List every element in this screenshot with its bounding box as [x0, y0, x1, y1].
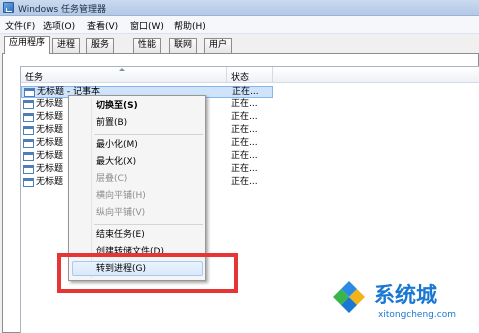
- task-name: 无标题: [36, 112, 64, 122]
- menu-file[interactable]: 文件(F): [5, 19, 35, 32]
- xitongcheng-logo: [333, 281, 365, 313]
- task-status: 正在...: [231, 99, 258, 109]
- task-status: 正在...: [231, 151, 258, 161]
- menu-gutter: [91, 98, 92, 278]
- menu-item-tile-vertically: 纵向平铺(V): [96, 208, 146, 218]
- menu-options[interactable]: 选项(O): [43, 19, 75, 32]
- notepad-icon: [23, 126, 34, 135]
- tab-performance[interactable]: 性能: [133, 38, 162, 53]
- task-status: 正在...: [231, 138, 258, 148]
- column-header-status[interactable]: 状态: [231, 70, 249, 83]
- notepad-icon: [23, 165, 34, 174]
- tab-processes[interactable]: 进程: [52, 38, 81, 53]
- menu-item-cascade: 层叠(C): [96, 174, 128, 184]
- menu-item-maximize[interactable]: 最大化(X): [96, 156, 136, 168]
- menu-view[interactable]: 查看(V): [87, 19, 118, 32]
- menu-separator: [94, 224, 203, 225]
- menu-item-tile-horizontally: 横向平铺(H): [96, 191, 146, 201]
- tab-applications[interactable]: 应用程序: [4, 36, 51, 54]
- task-status: 正在...: [231, 125, 258, 135]
- menu-help[interactable]: 帮助(H): [174, 19, 206, 32]
- window-title: Windows 任务管理器: [18, 5, 107, 15]
- task-name: 无标题: [36, 138, 64, 148]
- column-divider[interactable]: [226, 67, 227, 83]
- sort-ascending-icon: [119, 68, 125, 71]
- column-divider[interactable]: [272, 67, 273, 83]
- menu-item-switch-to[interactable]: 切换至(S): [96, 100, 138, 112]
- menu-separator: [94, 134, 203, 135]
- menu-item-bring-to-front[interactable]: 前置(B): [96, 117, 127, 129]
- tab-services[interactable]: 服务: [86, 38, 115, 53]
- notepad-icon: [23, 113, 34, 122]
- task-status: 正在...: [231, 164, 258, 174]
- task-name: 无标题: [36, 164, 64, 174]
- notepad-icon: [24, 88, 35, 97]
- title-bar: Windows 任务管理器: [0, 0, 479, 16]
- task-status: 正在...: [231, 177, 258, 187]
- tab-networking[interactable]: 联网: [169, 38, 198, 53]
- task-manager-icon: [3, 2, 14, 13]
- tab-users[interactable]: 用户: [204, 38, 233, 53]
- task-name: 无标题: [36, 99, 64, 109]
- menu-bar: 文件(F) 选项(O) 查看(V) 窗口(W) 帮助(H): [0, 16, 479, 34]
- watermark-name: 系统城: [374, 283, 437, 307]
- task-status: 正在...: [231, 112, 258, 122]
- task-name: 无标题: [36, 151, 64, 161]
- notepad-icon: [23, 100, 34, 109]
- task-name: 无标题: [36, 177, 64, 187]
- notepad-icon: [23, 178, 34, 187]
- list-header: 任务 状态: [21, 67, 479, 83]
- task-name: 无标题: [36, 125, 64, 135]
- tab-strip: 应用程序 进程 服务 性能 联网 用户: [0, 34, 479, 54]
- column-header-task[interactable]: 任务: [25, 70, 43, 83]
- menu-item-minimize[interactable]: 最小化(M): [96, 139, 138, 151]
- menu-window[interactable]: 窗口(W): [130, 19, 164, 32]
- watermark-url: xitongcheng.com: [378, 310, 456, 320]
- notepad-icon: [23, 139, 34, 148]
- annotation-highlight-box: [57, 253, 238, 293]
- menu-item-end-task[interactable]: 结束任务(E): [96, 229, 145, 241]
- task-status: 正在...: [232, 87, 259, 97]
- notepad-icon: [23, 152, 34, 161]
